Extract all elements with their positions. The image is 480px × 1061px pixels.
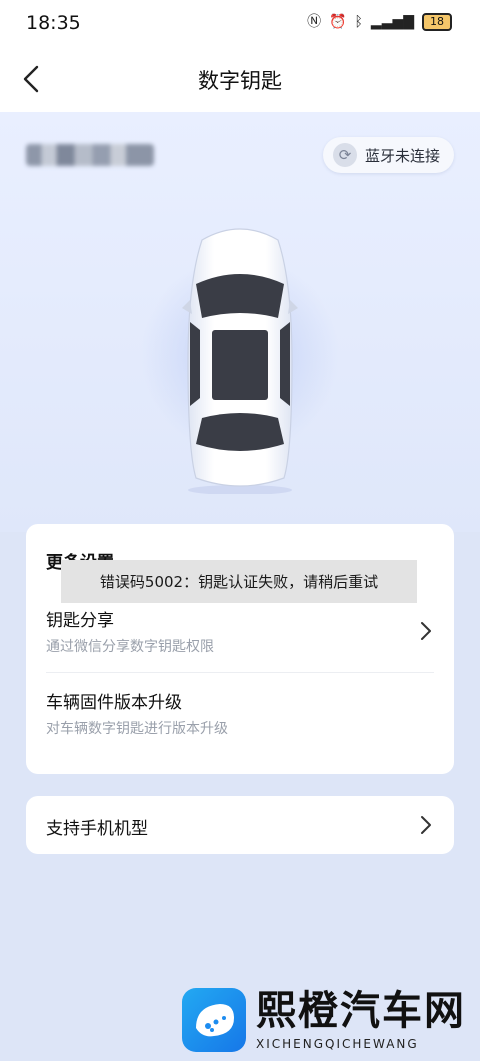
car-top-view-image [182,228,298,494]
error-toast: 错误码5002：钥匙认证失败，请稍后重试 [61,560,417,603]
status-bar: 18:35 Ⓝ ⏰ ᛒ ▂▃▅▇ 18 [0,0,480,46]
supported-phones-row[interactable]: 支持手机机型 [26,796,454,854]
bluetooth-status-label: 蓝牙未连接 [364,146,440,165]
supported-phones-label: 支持手机机型 [46,819,148,839]
divider [46,672,434,673]
signal-icon: ▂▃▅▇ [370,14,414,30]
watermark-title: 熙橙汽车网 [256,988,466,1034]
status-time: 18:35 [26,12,81,34]
chevron-right-icon [421,622,431,640]
refresh-icon: ⟳ [332,143,357,167]
firmware-upgrade-subtitle: 对车辆数字钥匙进行版本升级 [46,721,228,737]
nfc-icon: Ⓝ [307,14,322,30]
bluetooth-icon: ᛒ [354,14,363,30]
chevron-right-icon [421,816,431,834]
watermark-logo-icon [182,988,246,1052]
firmware-upgrade-title: 车辆固件版本升级 [46,693,182,713]
watermark-subtitle: XICHENGQICHEWANG [256,1037,419,1051]
status-icons: Ⓝ ⏰ ᛒ ▂▃▅▇ 18 [307,13,452,31]
battery-icon: 18 [422,13,452,31]
alarm-icon: ⏰ [329,14,347,30]
watermark: 熙橙汽车网 XICHENGQICHEWANG [182,988,466,1052]
vehicle-name-blurred [26,144,154,166]
key-share-subtitle: 通过微信分享数字钥匙权限 [46,639,214,655]
key-share-title: 钥匙分享 [46,611,114,631]
nav-bar: 数字钥匙 [0,46,480,112]
page-title: 数字钥匙 [198,69,282,93]
bluetooth-status-button[interactable]: ⟳ 蓝牙未连接 [322,137,454,173]
